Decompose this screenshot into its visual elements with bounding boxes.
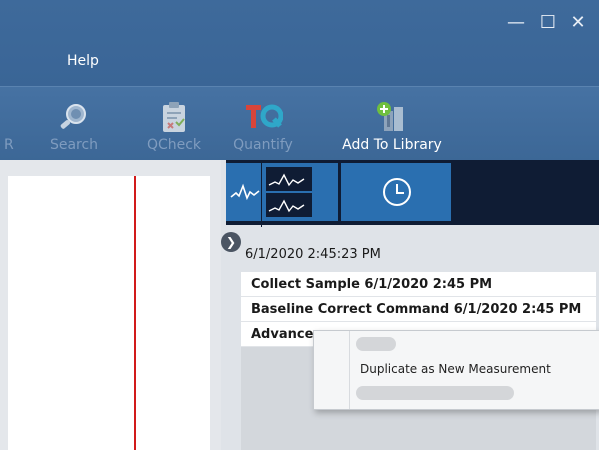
- qcheck-button[interactable]: QCheck: [142, 87, 206, 161]
- toolbar-partial-label: R: [4, 137, 14, 153]
- single-spectrum-icon: [230, 179, 260, 207]
- search-label: Search: [49, 137, 99, 153]
- add-to-library-button[interactable]: Add To Library: [335, 87, 449, 161]
- spectrum-pane: [0, 160, 221, 450]
- qcheck-label: QCheck: [146, 137, 202, 153]
- stacked-spectra-icon: [266, 167, 312, 223]
- title-bar: — ☐ ✕ Help: [0, 0, 599, 86]
- tab-divider: [261, 163, 262, 227]
- tab-spectrum-views[interactable]: [226, 163, 338, 227]
- history-timestamp: 6/1/2020 2:45:23 PM: [245, 247, 381, 262]
- clock-icon: [381, 176, 413, 212]
- minimize-button[interactable]: —: [503, 10, 529, 36]
- view-tab-bar: [226, 160, 599, 227]
- context-menu-gutter: [349, 331, 350, 409]
- menu-item-placeholder[interactable]: [356, 337, 396, 351]
- context-menu: Duplicate as New Measurement: [313, 330, 599, 410]
- search-button[interactable]: Search: [42, 87, 106, 161]
- menu-help[interactable]: Help: [67, 53, 99, 69]
- history-row[interactable]: Baseline Correct Command 6/1/2020 2:45 P…: [241, 297, 596, 322]
- expand-arrow-button[interactable]: ❯: [221, 232, 241, 252]
- add-to-library-label: Add To Library: [342, 137, 442, 153]
- spectrum-trace: [134, 176, 136, 450]
- add-to-library-icon: [375, 101, 409, 137]
- maximize-button[interactable]: ☐: [535, 10, 561, 36]
- ribbon-toolbar: R Search QCheck Quantify Add To Library: [0, 86, 599, 161]
- quantify-button[interactable]: Quantify: [228, 87, 298, 161]
- spectrum-plot[interactable]: [8, 176, 210, 450]
- toolbar-partial-item[interactable]: R: [0, 87, 18, 161]
- tab-history[interactable]: [341, 163, 451, 221]
- close-button[interactable]: ✕: [565, 10, 591, 36]
- quantify-label: Quantify: [233, 137, 293, 153]
- quantify-icon: [243, 101, 284, 135]
- menu-item-placeholder[interactable]: [356, 386, 514, 400]
- search-icon: [57, 101, 91, 139]
- history-row[interactable]: Collect Sample 6/1/2020 2:45 PM: [241, 272, 596, 297]
- duplicate-as-new-measurement-item[interactable]: Duplicate as New Measurement: [360, 362, 551, 376]
- qcheck-icon: [160, 101, 188, 137]
- chevron-right-icon: ❯: [225, 235, 237, 249]
